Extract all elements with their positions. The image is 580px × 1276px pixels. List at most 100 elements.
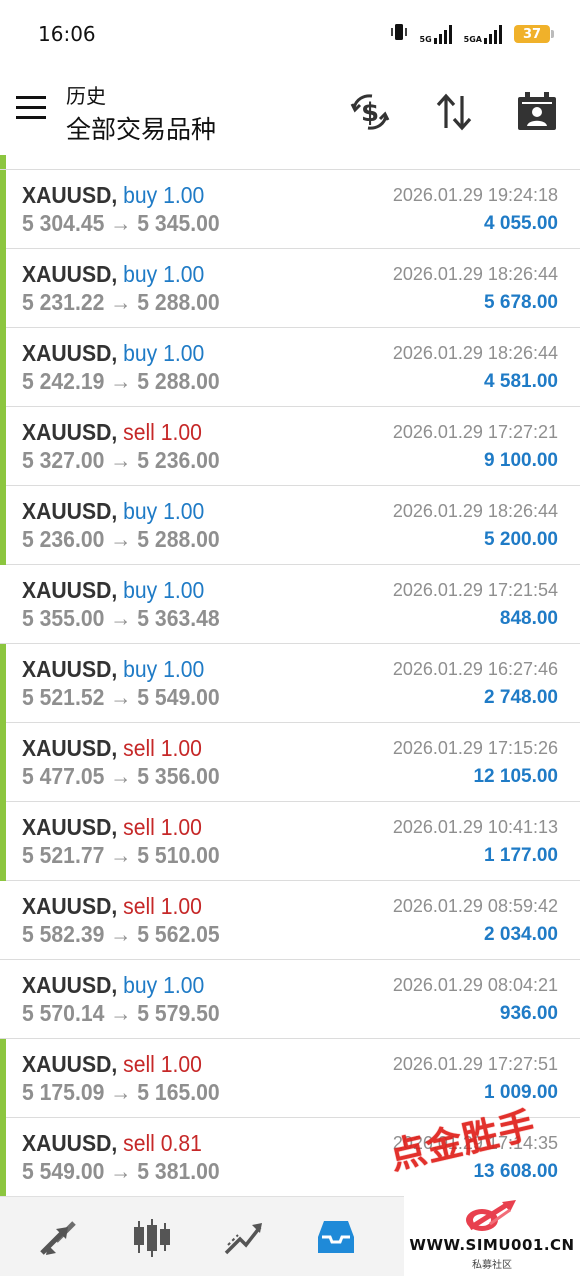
trade-symbol: XAUUSD xyxy=(22,340,112,366)
trade-profit: 13 608.00 xyxy=(473,1161,558,1182)
network-1-label: 5G xyxy=(419,35,432,44)
trade-profit: 2 034.00 xyxy=(484,924,558,945)
app-header: 历史 全部交易品种 $ xyxy=(0,70,580,155)
network-2-label: 5GA xyxy=(463,35,482,44)
trade-type: sell 1.00 xyxy=(123,1051,202,1077)
quotes-icon[interactable] xyxy=(36,1215,80,1259)
trade-type: buy 1.00 xyxy=(123,182,205,208)
trade-symbol: XAUUSD xyxy=(22,656,112,682)
row-marker xyxy=(0,155,6,170)
signal-1: 5G xyxy=(420,24,452,44)
row-marker xyxy=(0,802,6,881)
trade-row[interactable]: XAUUSD, sell 1.00 5 327.00 → 5 236.00 2026… xyxy=(0,407,580,486)
trade-header: XAUUSD, buy 1.00 xyxy=(22,182,205,208)
chart-icon[interactable] xyxy=(130,1215,174,1259)
row-marker xyxy=(0,723,6,802)
trade-header: XAUUSD, buy 1.00 xyxy=(22,340,205,366)
trade-time: 2026.01.29 18:26:44 xyxy=(392,501,558,521)
trade-header: XAUUSD, sell 1.00 xyxy=(22,419,202,445)
trade-profit: 12 105.00 xyxy=(473,766,558,787)
trade-profit: 4 055.00 xyxy=(484,213,558,234)
trade-type: sell 0.81 xyxy=(123,1130,202,1156)
trade-profit: 5 678.00 xyxy=(484,292,558,313)
signal-bars-1-icon xyxy=(433,24,452,44)
trade-prices: 5 477.05 → 5 356.00 xyxy=(22,763,220,789)
trade-row[interactable]: XAUUSD, buy 1.00 5 521.52 → 5 549.00 2026.… xyxy=(0,644,580,723)
trade-row[interactable]: XAUUSD, buy 1.00 5 355.00 → 5 363.48 2026.… xyxy=(0,565,580,644)
watermark-logo-icon xyxy=(466,1200,516,1231)
signal-2: 5GA xyxy=(464,24,502,44)
trade-prices: 5 521.77 → 5 510.00 xyxy=(22,842,220,868)
trade-profit: 2 748.00 xyxy=(484,687,558,708)
row-marker xyxy=(0,486,6,565)
trade-symbol: XAUUSD xyxy=(22,577,112,603)
trade-time: 2026.01.29 17:27:51 xyxy=(392,1054,558,1074)
trade-prices: 5 242.19 → 5 288.00 xyxy=(22,368,220,394)
trade-header: XAUUSD, sell 1.00 xyxy=(22,735,202,761)
trade-header: XAUUSD, buy 1.00 xyxy=(22,577,205,603)
trade-type: buy 1.00 xyxy=(123,498,205,524)
watermark: WWW.SIMU001.CN 私募社区 xyxy=(404,1196,580,1276)
vibrate-icon xyxy=(390,22,408,47)
trade-row[interactable]: XAUUSD, buy 1.00 5 304.45 → 5 345.00 2026.… xyxy=(0,170,580,249)
trade-type: buy 1.00 xyxy=(123,577,205,603)
trade-time: 2026.01.29 17:21:54 xyxy=(392,580,558,600)
trade-prices: 5 327.00 → 5 236.00 xyxy=(22,447,220,473)
trade-prices: 5 521.52 → 5 549.00 xyxy=(22,684,220,710)
trade-prices: 5 304.45 → 5 345.00 xyxy=(22,210,220,236)
trade-symbol: XAUUSD xyxy=(22,972,112,998)
trade-prices: 5 355.00 → 5 363.48 xyxy=(22,605,220,631)
trade-header: XAUUSD, buy 1.00 xyxy=(22,656,205,682)
sort-icon[interactable] xyxy=(432,90,476,134)
trade-time: 2026.01.29 19:24:18 xyxy=(392,185,558,205)
menu-icon[interactable] xyxy=(16,96,48,122)
trade-profit: 936.00 xyxy=(499,1003,558,1024)
trade-prices: 5 570.14 → 5 579.50 xyxy=(22,1000,220,1026)
row-marker xyxy=(0,170,6,249)
signal-bars-2-icon xyxy=(484,24,502,44)
trade-profit: 1 177.00 xyxy=(484,845,558,866)
watermark-subtitle: 私募社区 xyxy=(472,1260,512,1271)
trade-header: XAUUSD, buy 1.00 xyxy=(22,972,205,998)
row-marker xyxy=(0,644,6,723)
trade-symbol: XAUUSD xyxy=(22,261,112,287)
trade-symbol: XAUUSD xyxy=(22,1130,112,1156)
trade-symbol: XAUUSD xyxy=(22,498,112,524)
trade-time: 2026.01.29 18:26:44 xyxy=(392,264,558,284)
currency-exchange-icon[interactable]: $ xyxy=(348,90,392,134)
page-title: 历史 xyxy=(66,84,106,108)
trade-row[interactable]: XAUUSD, sell 1.00 5 477.05 → 5 356.00 2026… xyxy=(0,723,580,802)
trade-prices: 5 582.39 → 5 562.05 xyxy=(22,921,220,947)
trade-header: XAUUSD, buy 1.00 xyxy=(22,498,205,524)
status-bar: 16:06 5G 5GA 37 xyxy=(0,0,580,70)
symbol-filter[interactable]: 全部交易品种 xyxy=(66,110,216,146)
battery-indicator: 37 xyxy=(514,25,554,43)
trade-symbol: XAUUSD xyxy=(22,814,112,840)
trade-icon[interactable] xyxy=(222,1215,266,1259)
trade-row[interactable]: XAUUSD, sell 1.00 5 521.77 → 5 510.00 2026… xyxy=(0,802,580,881)
trade-row[interactable]: XAUUSD, buy 1.00 5 236.00 → 5 288.00 2026.… xyxy=(0,486,580,565)
trade-header: XAUUSD, sell 1.00 xyxy=(22,893,202,919)
trade-type: buy 1.00 xyxy=(123,261,205,287)
trade-time: 2026.01.29 10:41:13 xyxy=(392,817,558,837)
trade-type: sell 1.00 xyxy=(123,419,202,445)
trade-row[interactable]: XAUUSD, sell 1.00 5 582.39 → 5 562.05 2026… xyxy=(0,881,580,960)
trade-profit: 4 581.00 xyxy=(484,371,558,392)
trade-time: 2026.01.29 17:15:26 xyxy=(392,738,558,758)
trade-symbol: XAUUSD xyxy=(22,1051,112,1077)
trade-profit: 848.00 xyxy=(499,608,558,629)
trade-history-list[interactable]: XAUUSD, buy 1.00 5 304.45 → 5 345.00 2026.… xyxy=(0,155,580,1196)
trade-symbol: XAUUSD xyxy=(22,419,112,445)
trade-type: buy 1.00 xyxy=(123,656,205,682)
trade-row[interactable]: XAUUSD, buy 1.00 5 231.22 → 5 288.00 2026.… xyxy=(0,249,580,328)
history-icon[interactable] xyxy=(314,1215,358,1259)
trade-row[interactable]: XAUUSD, buy 1.00 5 570.14 → 5 579.50 2026.… xyxy=(0,960,580,1039)
row-marker xyxy=(0,407,6,486)
trade-row[interactable]: XAUUSD, buy 1.00 5 242.19 → 5 288.00 2026.… xyxy=(0,328,580,407)
trade-prices: 5 549.00 → 5 381.00 xyxy=(22,1158,220,1184)
trade-prices: 5 175.09 → 5 165.00 xyxy=(22,1079,220,1105)
trade-header: XAUUSD, sell 0.81 xyxy=(22,1130,202,1156)
calendar-person-icon[interactable] xyxy=(515,90,559,134)
status-icons: 5G 5GA 37 xyxy=(390,22,554,47)
trade-time: 2026.01.29 18:26:44 xyxy=(392,343,558,363)
